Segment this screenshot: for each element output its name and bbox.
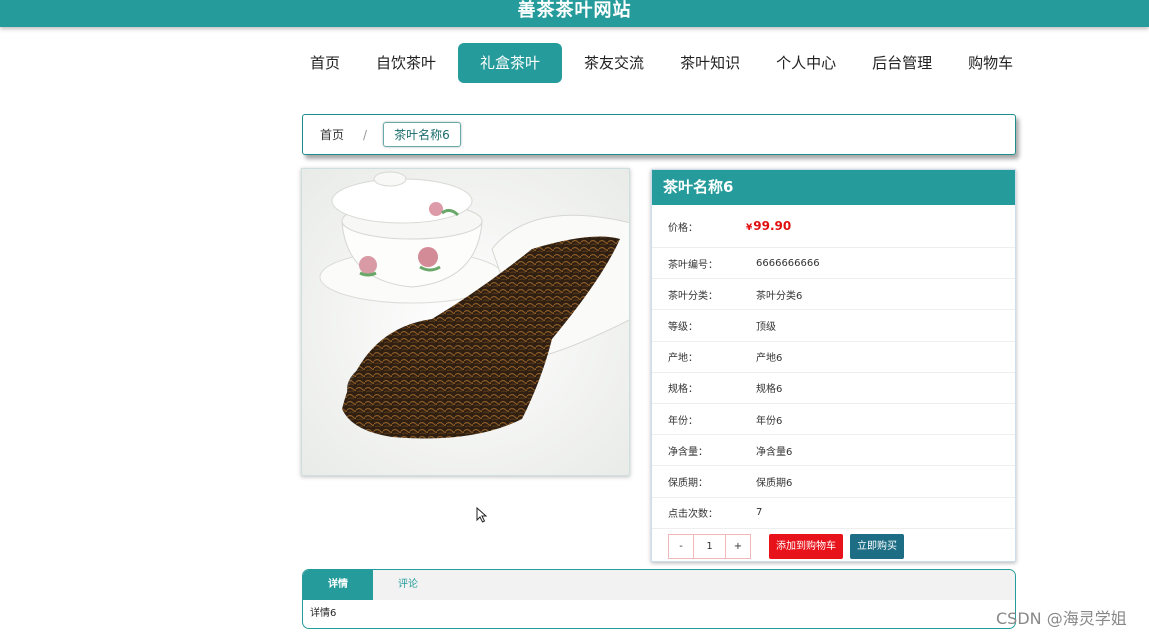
attribute-value: 规格6 [756,384,783,396]
breadcrumb-separator: / [363,127,368,142]
attribute-value: 茶叶分类6 [756,290,803,302]
nav-item-gift-box-tea[interactable]: 礼盒茶叶 [458,43,563,83]
attribute-value: 顶级 [756,321,776,333]
price-amount: 99.90 [753,219,792,233]
site-title: 善茶茶叶网站 [517,0,632,21]
price-label: 价格： [668,222,698,234]
attribute-row: 规格： 规格6 [652,373,1015,404]
tab-details[interactable]: 详情 [303,570,373,600]
breadcrumb-current: 茶叶名称6 [383,122,461,147]
csdn-watermark: CSDN @海灵学姐 [996,609,1127,628]
breadcrumb-home-link[interactable]: 首页 [320,126,344,143]
main-nav: 首页 自饮茶叶 礼盒茶叶 茶友交流 茶叶知识 个人中心 后台管理 购物车 [296,43,1035,83]
breadcrumb: 首页 / 茶叶名称6 [302,114,1016,155]
attribute-label: 规格： [668,384,698,396]
attribute-label: 保质期： [668,477,708,489]
attribute-row: 产地： 产地6 [652,342,1015,373]
attribute-value: 6666666666 [756,257,820,269]
attribute-row: 点击次数： 7 [652,498,1015,529]
tab-content: 详情6 [310,608,337,619]
quantity-input[interactable]: 1 [693,534,726,558]
attribute-value: 净含量6 [756,446,793,458]
product-info-panel: 茶叶名称6 价格： ¥99.90 茶叶编号： 6666666666 茶叶分类： 茶叶… [651,169,1016,562]
attribute-row: 年份： 年份6 [652,404,1015,436]
attribute-label: 产地： [668,353,698,365]
tab-comments[interactable]: 评论 [373,570,443,600]
detail-tabs: 详情 评论 详情6 [302,569,1016,629]
attribute-row: 保质期： 保质期6 [652,466,1015,498]
product-image [301,168,630,476]
nav-item-admin[interactable]: 后台管理 [858,43,946,83]
tea-photo-illustration [302,169,629,475]
attribute-value: 年份6 [756,415,783,427]
quantity-decrease-button[interactable]: - [669,534,693,558]
nav-item-home[interactable]: 首页 [296,43,354,83]
nav-item-user-center[interactable]: 个人中心 [762,43,850,83]
buy-now-button[interactable]: 立即购买 [850,533,904,559]
attribute-row: 茶叶编号： 6666666666 [652,248,1015,280]
attribute-value: 保质期6 [756,477,793,489]
mouse-cursor-icon [476,507,488,523]
nav-item-tea-forum[interactable]: 茶友交流 [570,43,658,83]
tab-bar: 详情 评论 [303,570,1015,600]
nav-item-tea-knowledge[interactable]: 茶叶知识 [666,43,754,83]
quantity-stepper: - 1 + [668,533,751,559]
attribute-row: 净含量： 净含量6 [652,435,1015,467]
attribute-label: 茶叶分类： [668,290,718,302]
top-header-bar: 善茶茶叶网站 [0,0,1149,27]
attribute-row: 茶叶分类： 茶叶分类6 [652,279,1015,311]
purchase-actions: - 1 + 添加到购物车 立即购买 [652,529,1015,564]
attribute-label: 净含量： [668,446,708,458]
attribute-label: 年份： [668,415,698,427]
attribute-value: 7 [756,507,763,519]
price-row: 价格： ¥99.90 [652,205,1015,248]
attribute-value: 产地6 [756,353,783,365]
price-value: ¥99.90 [746,219,791,233]
quantity-increase-button[interactable]: + [726,534,750,558]
attribute-label: 等级： [668,321,698,333]
attribute-row: 等级： 顶级 [652,310,1015,342]
product-name: 茶叶名称6 [652,170,1015,205]
add-to-cart-button[interactable]: 添加到购物车 [769,533,843,559]
currency-symbol: ¥ [746,223,753,233]
attribute-label: 点击次数： [668,509,718,521]
nav-item-cart[interactable]: 购物车 [954,43,1027,83]
attribute-label: 茶叶编号： [668,259,718,271]
nav-item-self-drink-tea[interactable]: 自饮茶叶 [362,43,450,83]
